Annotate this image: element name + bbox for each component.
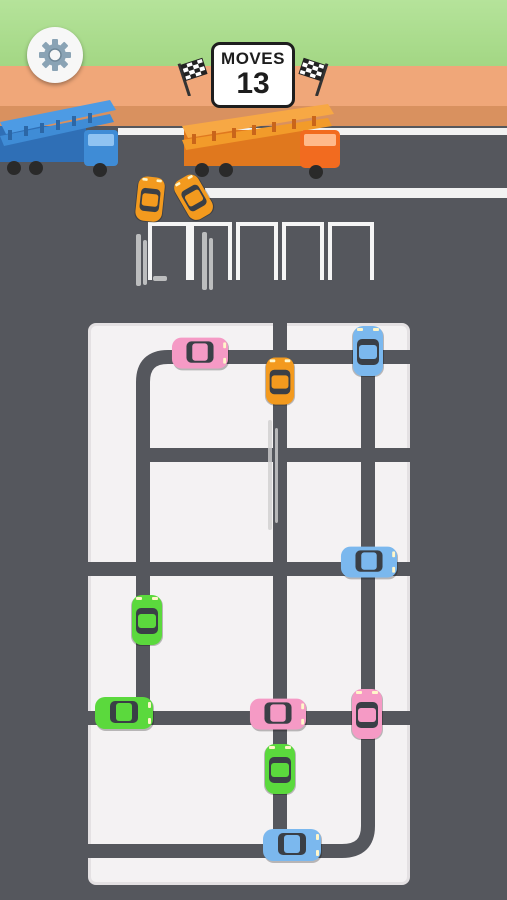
car-icon	[351, 689, 383, 740]
pink-car-bottom-middle[interactable]	[249, 697, 307, 733]
blue-car-middle-right[interactable]	[340, 545, 398, 581]
orange-car-moving[interactable]	[264, 356, 296, 408]
gear-icon	[39, 39, 71, 71]
car-icon	[171, 337, 229, 371]
moves-label: MOVES	[221, 49, 285, 68]
green-car-left-horizontal[interactable]	[94, 695, 154, 733]
settings-button[interactable]	[27, 27, 83, 83]
car-icon	[264, 357, 296, 406]
car-icon	[340, 546, 398, 580]
car-icon	[263, 829, 322, 863]
blue-car-top-right[interactable]	[351, 325, 385, 379]
blue-car-bottom[interactable]	[262, 827, 322, 865]
car-icon	[249, 698, 307, 732]
checkered-flag-left-icon	[177, 57, 208, 96]
orange-car-exit-1[interactable]	[131, 174, 170, 225]
car-icon	[264, 744, 296, 795]
pink-car-bottom-right[interactable]	[350, 688, 384, 742]
pink-car-top[interactable]	[171, 336, 229, 372]
green-car-bottom-middle[interactable]	[263, 743, 297, 797]
checkered-flag-right-icon	[298, 57, 329, 96]
car-icon	[352, 326, 384, 377]
car-icon	[134, 176, 166, 223]
green-car-left-vertical[interactable]	[130, 594, 164, 648]
moves-counter: MOVES 13	[211, 42, 295, 108]
moves-count: 13	[236, 67, 270, 100]
board-roads	[88, 323, 410, 858]
car-icon	[95, 697, 154, 731]
car-icon	[131, 595, 163, 646]
